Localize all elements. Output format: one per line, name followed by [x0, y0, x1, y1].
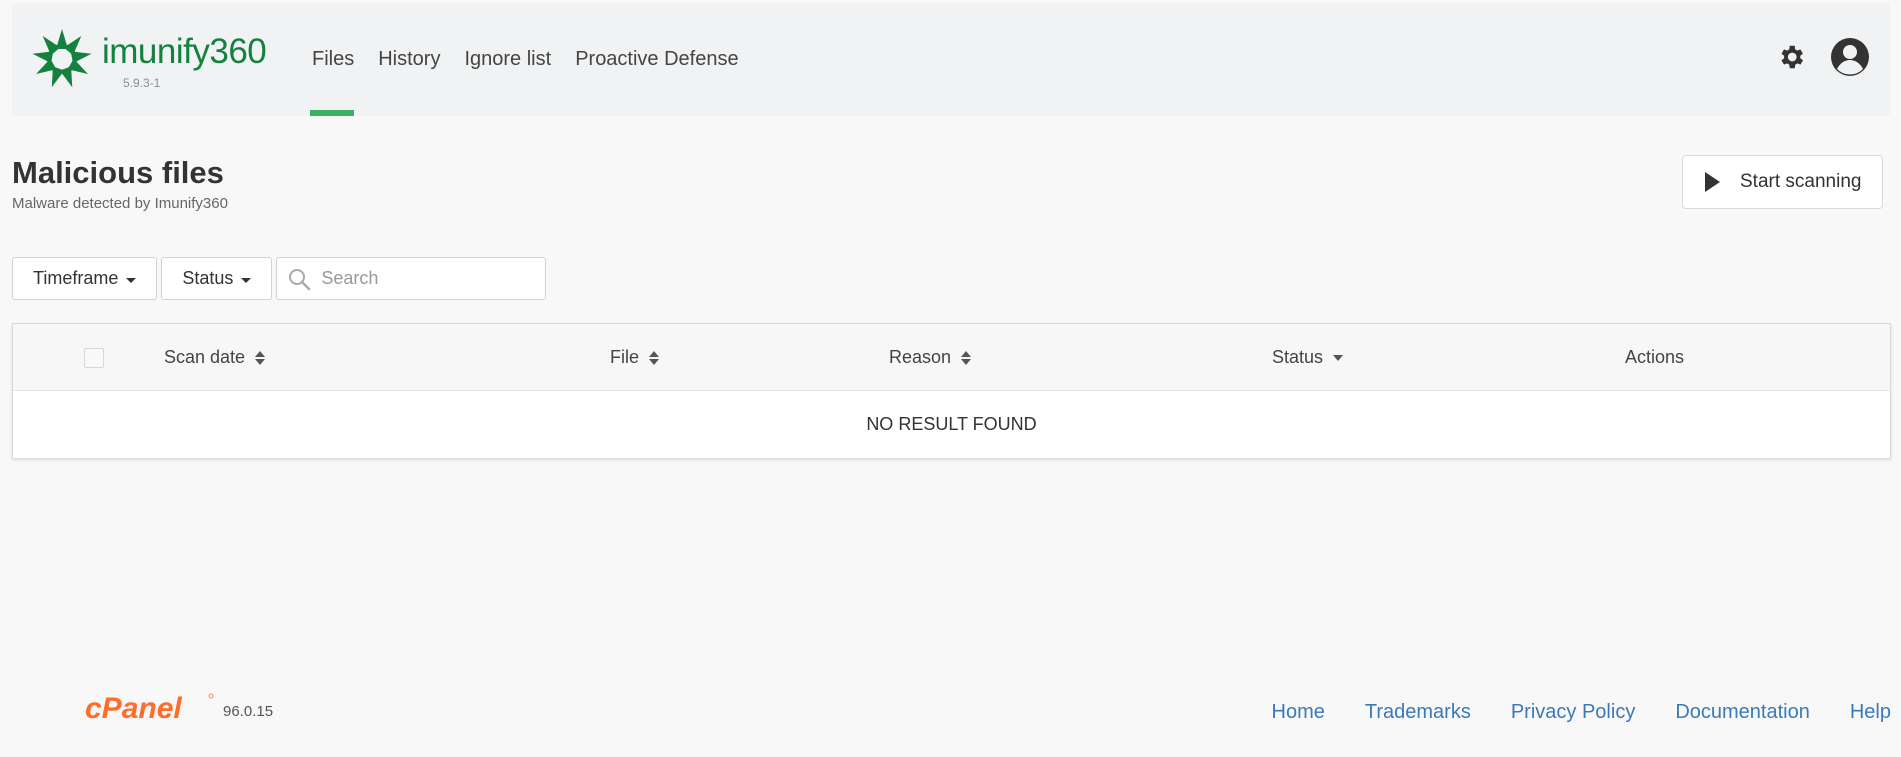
- column-label: Reason: [889, 347, 952, 367]
- footer-link-privacy-policy[interactable]: Privacy Policy: [1511, 701, 1635, 724]
- column-file[interactable]: File: [610, 324, 660, 391]
- start-scanning-label: Start scanning: [1740, 171, 1862, 192]
- column-label: Status: [1272, 347, 1324, 367]
- imunify-logo[interactable]: imunify360 5.9.3-1: [30, 27, 290, 97]
- sort-icon[interactable]: [255, 350, 266, 365]
- cpanel-branding: cPanel 96.0.15: [85, 690, 273, 724]
- timeframe-label: Timeframe: [33, 268, 119, 288]
- user-avatar-icon[interactable]: [1830, 37, 1870, 77]
- sort-icon[interactable]: [649, 350, 660, 365]
- header-actions: [1776, 37, 1870, 77]
- tab-history[interactable]: History: [366, 3, 452, 116]
- gear-icon[interactable]: [1776, 42, 1806, 72]
- caret-down-icon: [241, 277, 252, 283]
- column-label: File: [610, 347, 640, 367]
- column-actions: Actions: [1625, 324, 1684, 391]
- tab-files[interactable]: Files: [300, 3, 366, 116]
- sort-desc-icon[interactable]: [1333, 354, 1344, 361]
- table-header: Scan date File Reason Status Actions: [13, 324, 1890, 391]
- title-block: Malicious files Malware detected by Imun…: [12, 155, 228, 212]
- column-reason[interactable]: Reason: [889, 324, 972, 391]
- brand-version: 5.9.3-1: [123, 76, 161, 90]
- tab-proactive-defense[interactable]: Proactive Defense: [563, 3, 750, 116]
- main-nav: Files History Ignore list Proactive Defe…: [300, 3, 751, 116]
- footer-link-documentation[interactable]: Documentation: [1675, 701, 1810, 724]
- cpanel-logo[interactable]: cPanel: [85, 690, 215, 724]
- footer-link-help[interactable]: Help: [1850, 701, 1891, 724]
- status-label: Status: [182, 268, 234, 288]
- column-status[interactable]: Status: [1272, 324, 1344, 391]
- column-label: Scan date: [164, 347, 246, 367]
- top-header: imunify360 5.9.3-1 Files History Ignore …: [12, 3, 1890, 116]
- start-scanning-button[interactable]: Start scanning: [1682, 155, 1883, 209]
- page: imunify360 5.9.3-1 Files History Ignore …: [0, 0, 1901, 757]
- search-box: [276, 257, 547, 300]
- filter-bar: Timeframe Status: [12, 257, 547, 300]
- brand-name: imunify360: [102, 32, 267, 71]
- footer-links: Home Trademarks Privacy Policy Documenta…: [1272, 701, 1891, 724]
- page-subtitle: Malware detected by Imunify360: [12, 195, 228, 212]
- column-label: Actions: [1625, 347, 1685, 367]
- sort-icon[interactable]: [961, 350, 972, 365]
- cpanel-logo-text: cPanel: [85, 692, 182, 724]
- column-scan-date[interactable]: Scan date: [164, 324, 266, 391]
- play-icon: [1705, 172, 1720, 192]
- malicious-files-table: Scan date File Reason Status Actions NO …: [12, 323, 1891, 459]
- select-all-checkbox[interactable]: [84, 348, 104, 368]
- page-title: Malicious files: [12, 155, 224, 190]
- status-dropdown[interactable]: Status: [161, 257, 273, 300]
- footer-link-trademarks[interactable]: Trademarks: [1365, 701, 1471, 724]
- empty-state: NO RESULT FOUND: [866, 414, 1037, 434]
- search-input[interactable]: [321, 268, 542, 289]
- cpanel-version: 96.0.15: [223, 703, 274, 720]
- tab-ignore-list[interactable]: Ignore list: [452, 3, 563, 116]
- timeframe-dropdown[interactable]: Timeframe: [12, 257, 158, 300]
- imunify-star-icon: [32, 29, 92, 88]
- caret-down-icon: [126, 277, 137, 283]
- search-icon: [289, 268, 311, 290]
- footer-link-home[interactable]: Home: [1272, 701, 1325, 724]
